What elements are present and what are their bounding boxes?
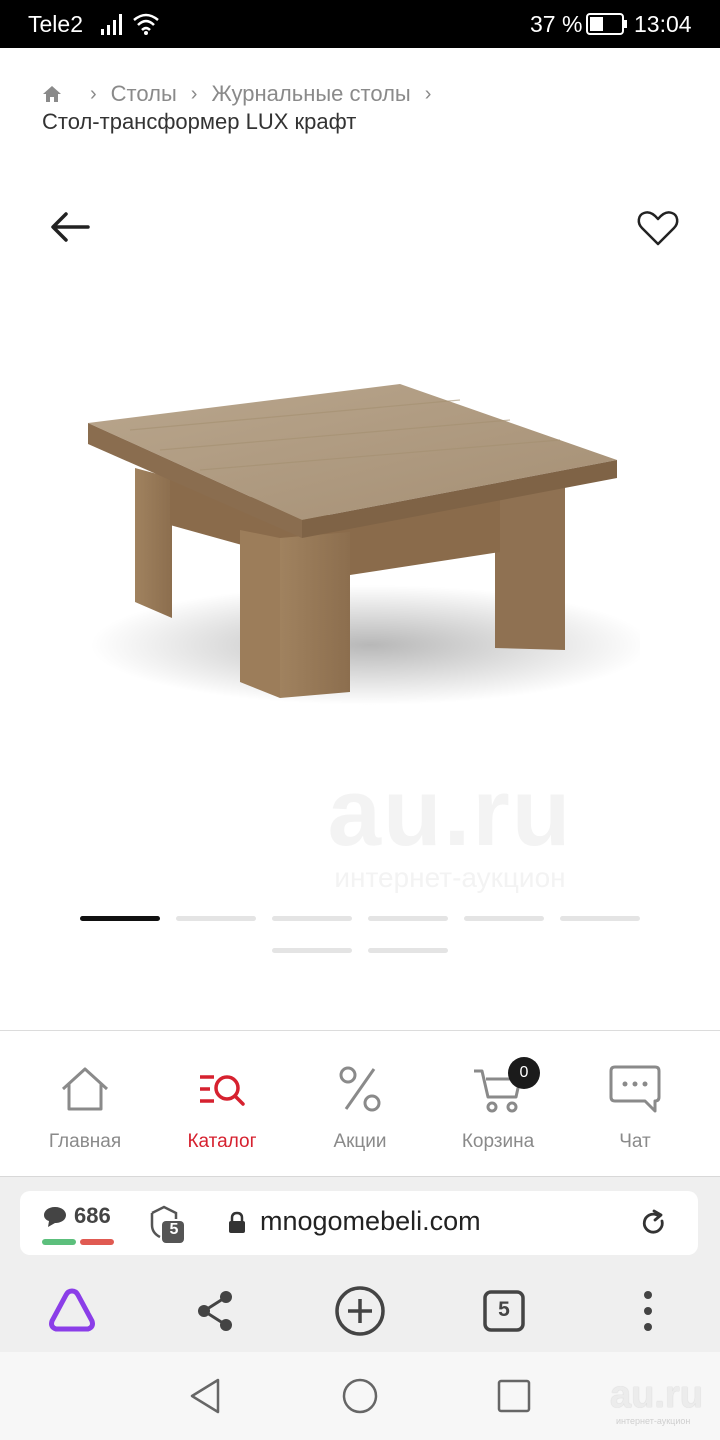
gallery-dot-4[interactable] (368, 916, 448, 921)
wifi-icon (133, 13, 159, 35)
chat-icon (609, 1065, 661, 1113)
catalog-search-icon (200, 1075, 245, 1106)
rating-negative-bar (80, 1239, 114, 1245)
home-circle-icon[interactable] (340, 1376, 380, 1416)
clock: 13:04 (634, 11, 692, 37)
recents-square-icon[interactable] (494, 1376, 534, 1416)
gallery-dot-2[interactable] (176, 916, 256, 921)
status-bar: Tele2 37 % 13:04 (0, 0, 720, 48)
protect-count: 5 (169, 1221, 179, 1238)
nav-catalog[interactable]: Каталог (152, 1063, 292, 1173)
browser-chrome: 686 5 mnogomebeli.com 5 (0, 1176, 720, 1352)
chevron-right-icon: › (190, 83, 198, 105)
nav-home[interactable]: Главная (15, 1063, 155, 1173)
carrier-name: Tele2 (28, 11, 83, 37)
nav-cart[interactable]: 0 Корзина (428, 1057, 568, 1173)
cart-count-badge: 0 (508, 1057, 540, 1089)
home-icon (61, 1067, 109, 1111)
address-bar[interactable]: 686 5 mnogomebeli.com (20, 1191, 698, 1255)
new-tab-plus-icon[interactable] (330, 1281, 390, 1341)
product-image[interactable] (40, 360, 640, 740)
breadcrumb-link-tables[interactable]: Столы (111, 80, 177, 108)
battery-percent: 37 % (530, 11, 583, 37)
gallery-dot-7[interactable] (272, 948, 352, 953)
nav-promotions[interactable]: Акции (290, 1063, 430, 1173)
gallery-dot-6[interactable] (560, 916, 640, 921)
nav-promotions-label: Акции (333, 1131, 387, 1152)
home-icon[interactable] (42, 84, 62, 104)
nav-cart-label: Корзина (461, 1131, 535, 1152)
heart-icon[interactable] (634, 204, 682, 252)
gallery-dot-5[interactable] (464, 916, 544, 921)
url-text[interactable]: mnogomebeli.com (260, 1206, 481, 1237)
breadcrumb-link-coffee-tables[interactable]: Журнальные столы (211, 80, 410, 108)
breadcrumb: › Столы › Журнальные столы › Стол-трансф… (42, 80, 692, 136)
corner-watermark-subtitle: интернет-аукцион (616, 1416, 691, 1426)
nav-catalog-label: Каталог (187, 1131, 257, 1152)
reload-icon[interactable] (640, 1209, 668, 1237)
rating-positive-bar (42, 1239, 76, 1245)
tabs-count: 5 (498, 1298, 510, 1321)
comments-count: 686 (74, 1203, 111, 1228)
gallery-dot-3[interactable] (272, 916, 352, 921)
watermark-subtitle: интернет-аукцион (334, 862, 566, 893)
watermark-logo: au.ru (327, 759, 573, 866)
gallery-dot-1[interactable] (80, 916, 160, 921)
bottom-navigation: Главная Каталог Акции 0 Корзина Чат (0, 1031, 720, 1176)
comment-bubble-icon (44, 1207, 66, 1227)
nav-chat-label: Чат (619, 1131, 651, 1152)
battery-icon (586, 13, 627, 35)
lock-icon (229, 1211, 245, 1233)
nav-chat[interactable]: Чат (565, 1063, 705, 1173)
signal-icon (101, 14, 122, 35)
breadcrumb-current: Стол-трансформер LUX крафт (42, 109, 357, 134)
alice-icon[interactable] (42, 1281, 102, 1341)
more-menu-icon[interactable] (618, 1281, 678, 1341)
protect-widget[interactable]: 5 (148, 1205, 188, 1250)
system-navigation-bar: au.ru интернет-аукцион (0, 1352, 720, 1440)
back-arrow-icon[interactable] (46, 203, 94, 251)
corner-watermark-logo: au.ru (610, 1374, 703, 1416)
gallery-dot-8[interactable] (368, 948, 448, 953)
watermark: au.ru интернет-аукцион (300, 765, 600, 895)
share-icon[interactable] (186, 1281, 246, 1341)
chevron-right-icon: › (90, 83, 97, 105)
percent-icon (339, 1066, 381, 1112)
nav-home-label: Главная (48, 1131, 122, 1152)
back-triangle-icon[interactable] (186, 1376, 226, 1416)
browser-toolbar: 5 (0, 1273, 720, 1353)
tabs-button[interactable]: 5 (474, 1281, 534, 1341)
chevron-right-icon: › (424, 83, 432, 105)
